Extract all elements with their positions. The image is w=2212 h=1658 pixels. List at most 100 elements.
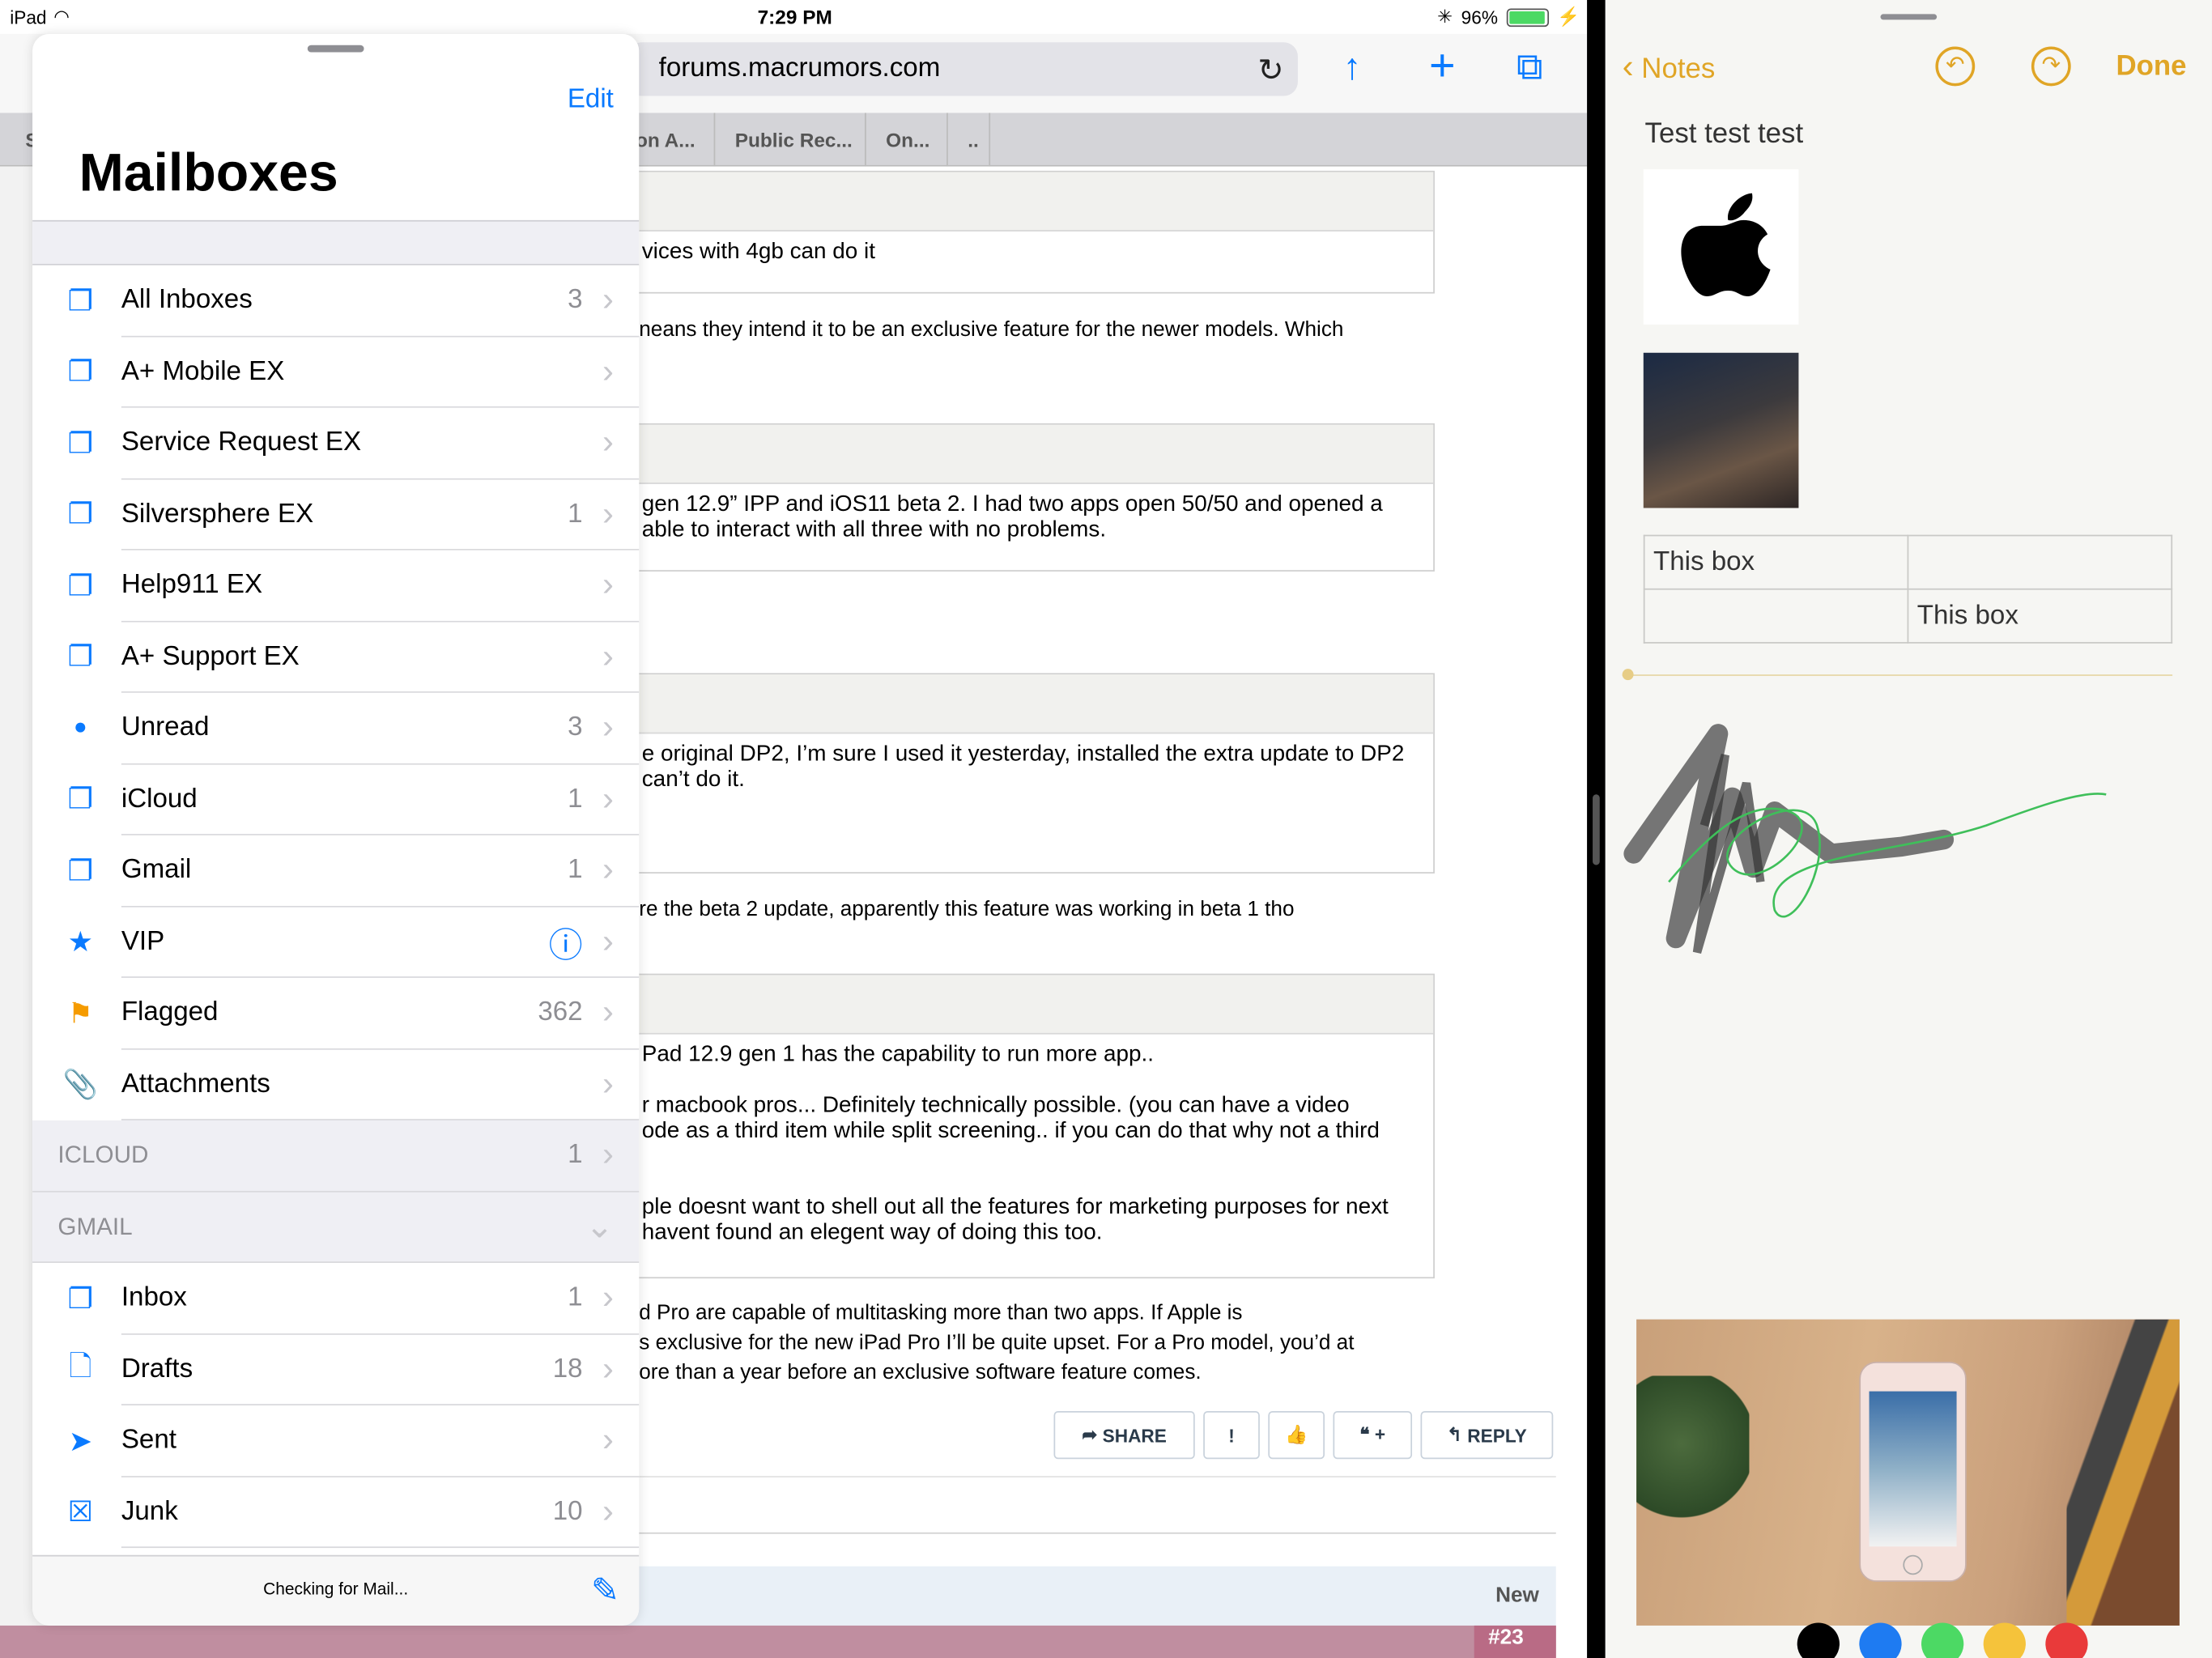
quote-block: gen 12.9” IPP and iOS11 beta 2. I had tw… [620, 423, 1435, 572]
mailbox-row[interactable]: 🗋 Drafts 18 › [32, 1334, 640, 1406]
back-button[interactable]: ‹ Notes [1623, 48, 1716, 87]
pen-color-swatch[interactable] [1983, 1622, 2026, 1658]
charging-icon: ⚡ [1557, 5, 1580, 28]
table-cell[interactable] [1643, 588, 1909, 644]
new-posts-row: New [620, 1566, 1556, 1626]
table-cell[interactable]: This box [1643, 534, 1909, 590]
edit-button[interactable]: Edit [568, 85, 614, 116]
quote-button[interactable]: ❝ + [1333, 1411, 1413, 1460]
note-title[interactable]: Test test test [1645, 118, 1804, 151]
mailbox-section-header[interactable]: GMAIL ⌄ [32, 1191, 640, 1263]
paper-plane-icon: ➤ [68, 1426, 92, 1458]
note-table[interactable]: This box This box [1643, 534, 2173, 644]
apple-logo-image[interactable] [1643, 169, 1799, 325]
tab-label: Public Rec... [734, 128, 853, 151]
mail-footer: Checking for Mail... ✎ [32, 1554, 640, 1626]
mailbox-label: ICLOUD [57, 1141, 149, 1169]
reply-arrow-icon: ↰ [1447, 1423, 1468, 1445]
mailbox-row[interactable]: ❐ All Inboxes 3 › [32, 265, 640, 337]
table-cell[interactable] [1907, 534, 2173, 590]
mailbox-row[interactable]: ❐ Inbox 1 › [32, 1262, 640, 1335]
done-button[interactable]: Done [2116, 51, 2186, 83]
app-grabber[interactable] [1880, 14, 1938, 20]
mailbox-row[interactable]: ❐ Gmail 1 › [32, 835, 640, 907]
inbox-icon: ❐ [67, 784, 93, 816]
unread-count: 3 [568, 285, 583, 316]
inbox-icon: ❐ [67, 500, 93, 531]
quote-text: gen 12.9” IPP and iOS11 beta 2. I had tw… [641, 492, 1383, 542]
reply-button[interactable]: ↰ REPLY [1420, 1411, 1554, 1460]
mailbox-row[interactable]: ❐ Silversphere EX 1 › [32, 478, 640, 551]
mailbox-row[interactable]: ❐ Help911 EX › [32, 550, 640, 622]
section-separator [32, 219, 640, 266]
mailbox-row[interactable]: ❐ Service Request EX › [32, 407, 640, 479]
pen-color-swatch[interactable] [2045, 1622, 2088, 1658]
sketch-drawing[interactable] [1619, 712, 2113, 980]
mailbox-label: Junk [121, 1496, 178, 1527]
mailbox-section-header[interactable]: ICLOUD 1 › [32, 1120, 640, 1192]
quote-block: vices with 4gb can do it [620, 170, 1435, 294]
post-number[interactable]: #23 [1474, 1625, 1556, 1658]
iphone-photo[interactable] [1636, 1319, 2180, 1626]
like-button[interactable]: 👍 [1268, 1411, 1325, 1460]
mailbox-label: GMAIL [57, 1213, 133, 1240]
inbox-icon: ❐ [67, 428, 93, 460]
pen-color-swatch[interactable] [1797, 1622, 1840, 1658]
battery-icon [1506, 7, 1549, 27]
share-button[interactable]: ➦ SHARE [1053, 1411, 1195, 1460]
portrait-image[interactable] [1643, 352, 1799, 508]
pen-color-swatch[interactable] [1921, 1622, 1964, 1658]
browser-tab[interactable]: Public Rec... [715, 113, 866, 167]
report-icon: ! [1228, 1424, 1235, 1446]
mailbox-label: Sent [121, 1425, 177, 1456]
mailbox-row[interactable]: 📎 Attachments › [32, 1048, 640, 1120]
mailbox-row[interactable]: ● Unread 3 › [32, 692, 640, 764]
table-cell[interactable]: This box [1907, 588, 2173, 644]
notes-app: ‹ Notes ↶ ↷ Done Test test test This box… [1605, 0, 2212, 1658]
mailbox-label: Service Request EX [121, 427, 362, 458]
mailbox-row[interactable]: ❐ A+ Support EX › [32, 621, 640, 693]
pen-color-swatch[interactable] [1859, 1622, 1902, 1658]
divider-handle[interactable] [1593, 794, 1600, 865]
quote-text: vices with 4gb can do it [641, 240, 875, 264]
tabs-overview-icon[interactable]: ⧉ [1516, 45, 1542, 91]
mailbox-row[interactable]: ★ VIP ⓘ › [32, 906, 640, 978]
chevron-right-icon: › [602, 780, 614, 818]
browser-tab[interactable]: On... [866, 113, 948, 167]
status-bar: iPad ◠ 7:29 PM ✳ 96% ⚡ [0, 0, 1594, 34]
post-text: neans they intend it to be an exclusive … [639, 317, 1344, 342]
report-button[interactable]: ! [1203, 1411, 1260, 1460]
redo-icon[interactable]: ↷ [2031, 46, 2071, 87]
mailbox-row[interactable]: ❐ A+ Mobile EX › [32, 336, 640, 408]
chevron-right-icon: › [602, 352, 614, 391]
split-view-divider[interactable] [1587, 0, 1606, 1658]
share-icon[interactable]: ↑ [1343, 45, 1362, 89]
browser-tab[interactable]: .. [948, 113, 991, 167]
undo-icon[interactable]: ↶ [1935, 46, 1976, 87]
mailbox-row[interactable]: ⚑ Flagged 362 › [32, 977, 640, 1049]
sync-status: Checking for Mail... [263, 1579, 409, 1599]
chevron-right-icon: › [602, 922, 614, 961]
chevron-right-icon: › [602, 1350, 614, 1388]
mailbox-label: Attachments [121, 1069, 270, 1099]
mailbox-row[interactable]: ➤ Sent › [32, 1405, 640, 1477]
panel-grabber[interactable] [307, 45, 364, 53]
new-tab-icon[interactable]: + [1429, 40, 1456, 91]
mailbox-label: Inbox [121, 1282, 187, 1313]
chevron-left-icon: ‹ [1622, 48, 1634, 87]
address-bar[interactable]: forums.macrumors.com ↻ [627, 42, 1298, 96]
mailbox-row[interactable]: ❐ iCloud 1 › [32, 763, 640, 835]
mailbox-row[interactable]: ☒ Junk 10 › [32, 1477, 640, 1549]
unread-count: 1 [568, 1140, 583, 1171]
pen-color-picker [1797, 1622, 2088, 1658]
mailbox-label: All Inboxes [121, 285, 253, 316]
quote-text: e original DP2, I’m sure I used it yeste… [641, 742, 1405, 792]
inbox-icon: ❐ [67, 357, 93, 389]
reload-icon[interactable]: ↻ [1257, 52, 1283, 88]
compose-icon[interactable]: ✎ [591, 1571, 619, 1612]
drawing-resize-handle[interactable] [1622, 669, 2173, 681]
info-icon[interactable]: ⓘ [549, 917, 583, 967]
thumbs-up-icon: 👍 [1285, 1423, 1308, 1445]
inbox-icon: ❐ [67, 856, 93, 887]
quote-icon: ❝ + [1359, 1423, 1386, 1445]
